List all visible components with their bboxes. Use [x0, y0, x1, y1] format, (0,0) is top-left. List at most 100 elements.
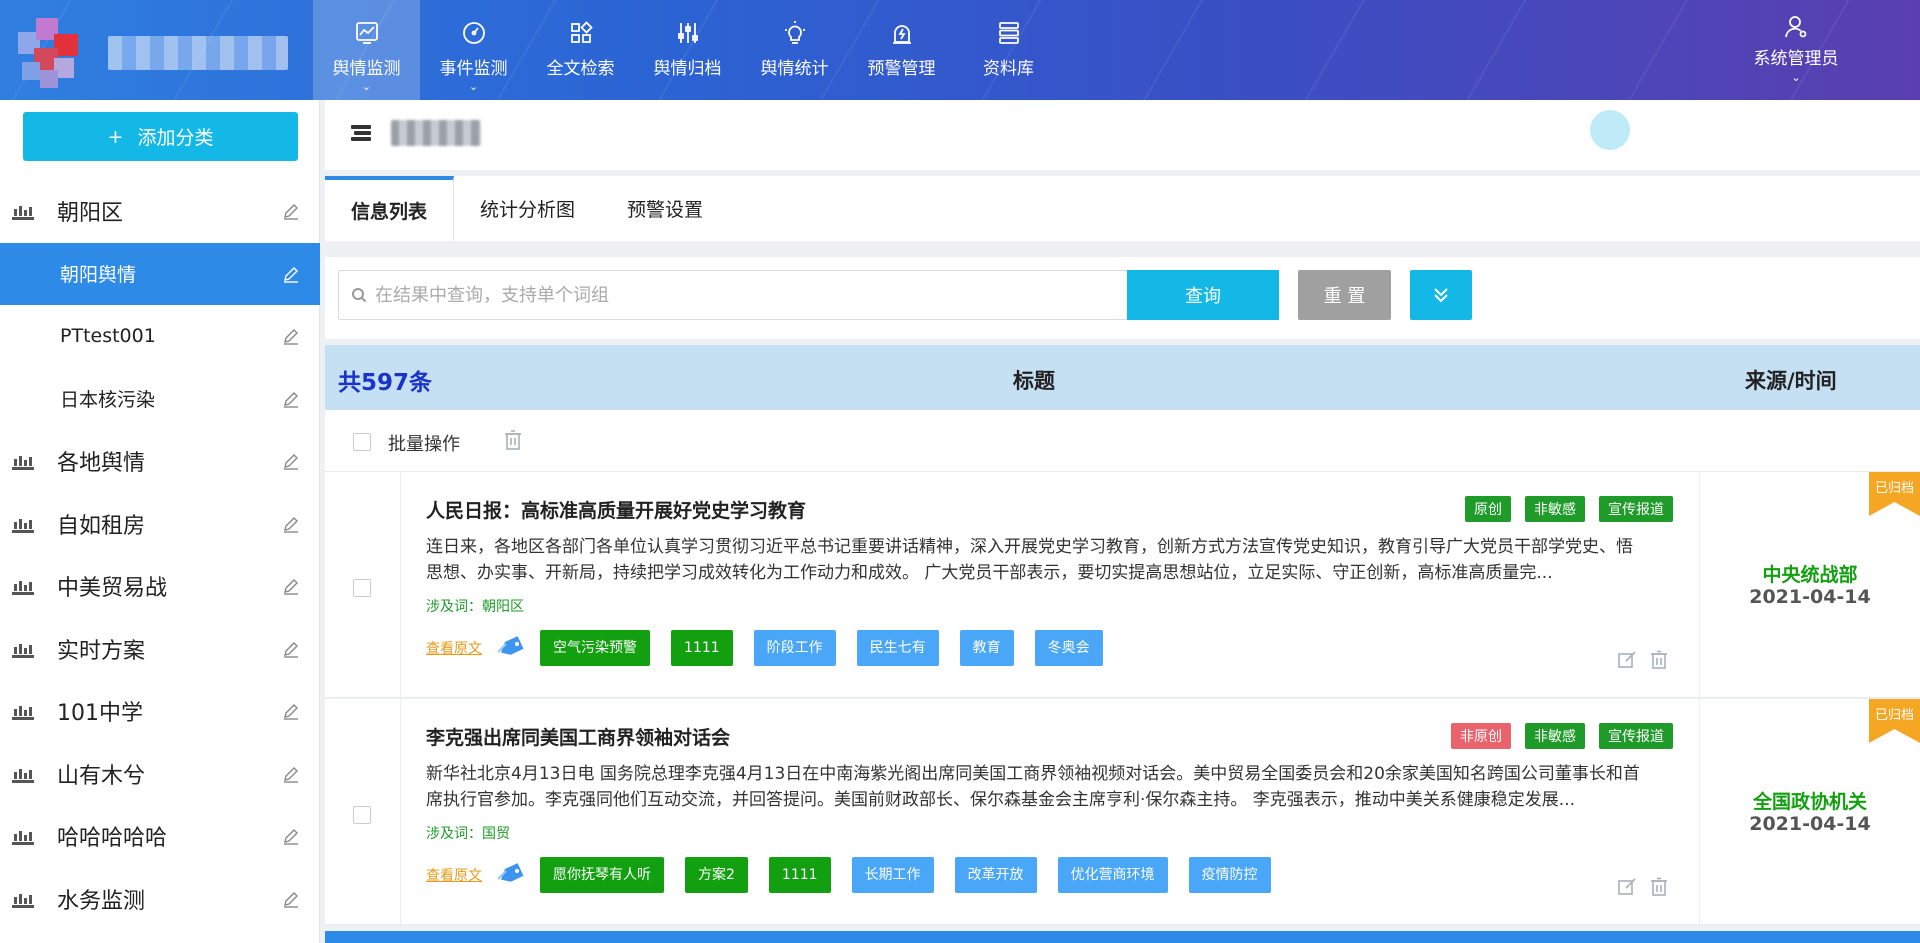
pencil-icon[interactable] [282, 640, 300, 658]
sidebar-item[interactable]: 水务监测 [0, 868, 320, 931]
nav-item-fulltext-search[interactable]: 全文检索 [527, 0, 634, 100]
pencil-icon[interactable] [282, 515, 300, 533]
chart-icon [352, 18, 382, 48]
plus-icon: + [107, 125, 124, 148]
pencil-icon[interactable] [282, 452, 300, 470]
nav-label: 舆情监测 [332, 59, 401, 79]
status-badge: 原创 [1465, 496, 1511, 522]
batch-operation-row: 批量操作 [325, 410, 1920, 472]
news-date: 2021-04-14 [1749, 813, 1871, 835]
topic-tag[interactable]: 空气污染预警 [540, 630, 650, 666]
view-original-link[interactable]: 查看原文 [426, 638, 482, 658]
status-badge: 非原创 [1451, 723, 1511, 749]
user-menu[interactable]: 系统管理员 ⌄ [1736, 14, 1856, 84]
sliders-icon [673, 18, 703, 48]
topic-tag[interactable]: 阶段工作 [753, 630, 836, 666]
main-content: 信息列表 统计分析图 预警设置 查询 重 置 共597条 标题 来源/时间 批量… [325, 100, 1920, 943]
topic-tag[interactable]: 疫情防控 [1188, 857, 1271, 893]
chevron-down-icon: ⌄ [1791, 71, 1801, 84]
sidebar-item[interactable]: 日本核污染 [0, 368, 320, 431]
tab-info-list[interactable]: 信息列表 [325, 176, 455, 241]
trash-icon[interactable] [503, 429, 523, 451]
reset-button[interactable]: 重 置 [1298, 270, 1391, 320]
sidebar-item[interactable]: 朝阳舆情 [0, 242, 320, 305]
bar-chart-icon [12, 643, 34, 658]
tab-alert-settings[interactable]: 预警设置 [601, 176, 729, 241]
tag-icon[interactable] [496, 636, 526, 660]
add-category-button[interactable]: + 添加分类 [23, 112, 298, 161]
query-button[interactable]: 查询 [1127, 270, 1279, 320]
topic-tag[interactable]: 方案2 [685, 857, 748, 893]
topic-tag[interactable]: 改革开放 [954, 857, 1037, 893]
news-title[interactable]: 李克强出席同美国工商界领袖对话会 [426, 723, 730, 750]
view-original-link[interactable]: 查看原文 [426, 865, 482, 885]
sidebar-item-label: 哈哈哈哈哈 [57, 826, 168, 852]
topic-tag[interactable]: 1111 [768, 857, 831, 893]
select-all-checkbox[interactable] [353, 433, 371, 451]
sidebar-item[interactable]: PTtest001 [0, 305, 320, 368]
sidebar-item-label: 朝阳舆情 [60, 264, 137, 287]
sidebar-item-label: PTtest001 [60, 325, 156, 348]
sidebar-item[interactable]: 中美贸易战 [0, 555, 320, 618]
sidebar-item[interactable]: 实时方案 [0, 618, 320, 681]
user-name: 系统管理员 [1753, 49, 1839, 69]
nav-item-alert-management[interactable]: 预警管理 [848, 0, 955, 100]
edit-icon[interactable] [1617, 650, 1637, 670]
trash-icon[interactable] [1649, 650, 1669, 670]
topic-tag[interactable]: 长期工作 [851, 857, 934, 893]
badge-group: 非原创 非敏感 宣传报道 [1451, 723, 1673, 749]
sidebar-item[interactable]: 朝阳区 [0, 180, 320, 243]
row-checkbox[interactable] [353, 579, 371, 597]
topic-tag[interactable]: 民生七有 [856, 630, 939, 666]
card-actions [1617, 877, 1669, 897]
pencil-icon[interactable] [282, 890, 300, 908]
sidebar-item-label: 自如租房 [57, 513, 146, 539]
sidebar-item[interactable]: 自如租房 [0, 493, 320, 556]
topic-tag[interactable]: 1111 [671, 630, 733, 666]
pencil-icon[interactable] [282, 702, 300, 720]
pencil-icon[interactable] [282, 827, 300, 845]
pencil-icon[interactable] [282, 265, 300, 283]
sidebar-item[interactable]: 各地舆情 [0, 430, 320, 493]
nav-item-archive[interactable]: 舆情归档 [634, 0, 741, 100]
nav-item-database[interactable]: 资料库 [955, 0, 1062, 100]
edit-icon[interactable] [1617, 877, 1637, 897]
bulb-icon [780, 18, 810, 48]
row-checkbox[interactable] [353, 806, 371, 824]
sidebar-item-label: 水务监测 [57, 888, 146, 914]
nav-item-public-opinion-monitor[interactable]: 舆情监测 ⌄ [313, 0, 420, 100]
archived-label: 已归档 [1874, 481, 1914, 496]
trash-icon[interactable] [1649, 877, 1669, 897]
pencil-icon[interactable] [282, 202, 300, 220]
tag-icon[interactable] [496, 863, 526, 887]
chevron-down-icon: ⌄ [361, 80, 372, 93]
sidebar-item[interactable]: 山有木兮 [0, 743, 320, 806]
nav-item-event-monitor[interactable]: 事件监测 ⌄ [420, 0, 527, 100]
search-box [338, 270, 1128, 320]
nav-item-statistics[interactable]: 舆情统计 [741, 0, 848, 100]
gauge-icon [459, 18, 489, 48]
pencil-icon[interactable] [282, 327, 300, 345]
content-tabs: 信息列表 统计分析图 预警设置 [325, 176, 1920, 241]
brand-logo[interactable] [18, 18, 92, 88]
pencil-icon[interactable] [282, 765, 300, 783]
search-input[interactable] [375, 284, 1115, 306]
pencil-icon[interactable] [282, 577, 300, 595]
main-nav: 舆情监测 ⌄ 事件监测 ⌄ 全文检索 舆情归档 舆情统计 预警管理 资料库 [313, 0, 1062, 100]
topic-tag[interactable]: 教育 [959, 630, 1014, 666]
news-source: 中央统战部 [1762, 564, 1858, 586]
news-title[interactable]: 人民日报：高标准高质量开展好党史学习教育 [426, 496, 806, 523]
topic-tag[interactable]: 冬奥会 [1034, 630, 1103, 666]
status-badge: 宣传报道 [1599, 496, 1673, 522]
bar-chart-icon [12, 893, 34, 908]
menu-icon[interactable] [351, 124, 371, 142]
pencil-icon[interactable] [282, 390, 300, 408]
sidebar-item[interactable]: 哈哈哈哈哈 [0, 805, 320, 868]
sidebar-item[interactable]: 101中学 [0, 680, 320, 743]
floating-button-edge[interactable] [1590, 110, 1630, 150]
news-footer: 查看原文 空气污染预警 1111 阶段工作 民生七有 教育 冬奥会 [426, 630, 1124, 666]
topic-tag[interactable]: 优化营商环境 [1057, 857, 1168, 893]
topic-tag[interactable]: 愿你抚琴有人听 [540, 857, 664, 893]
expand-filter-button[interactable] [1410, 270, 1472, 320]
tab-statistics-chart[interactable]: 统计分析图 [454, 176, 601, 241]
